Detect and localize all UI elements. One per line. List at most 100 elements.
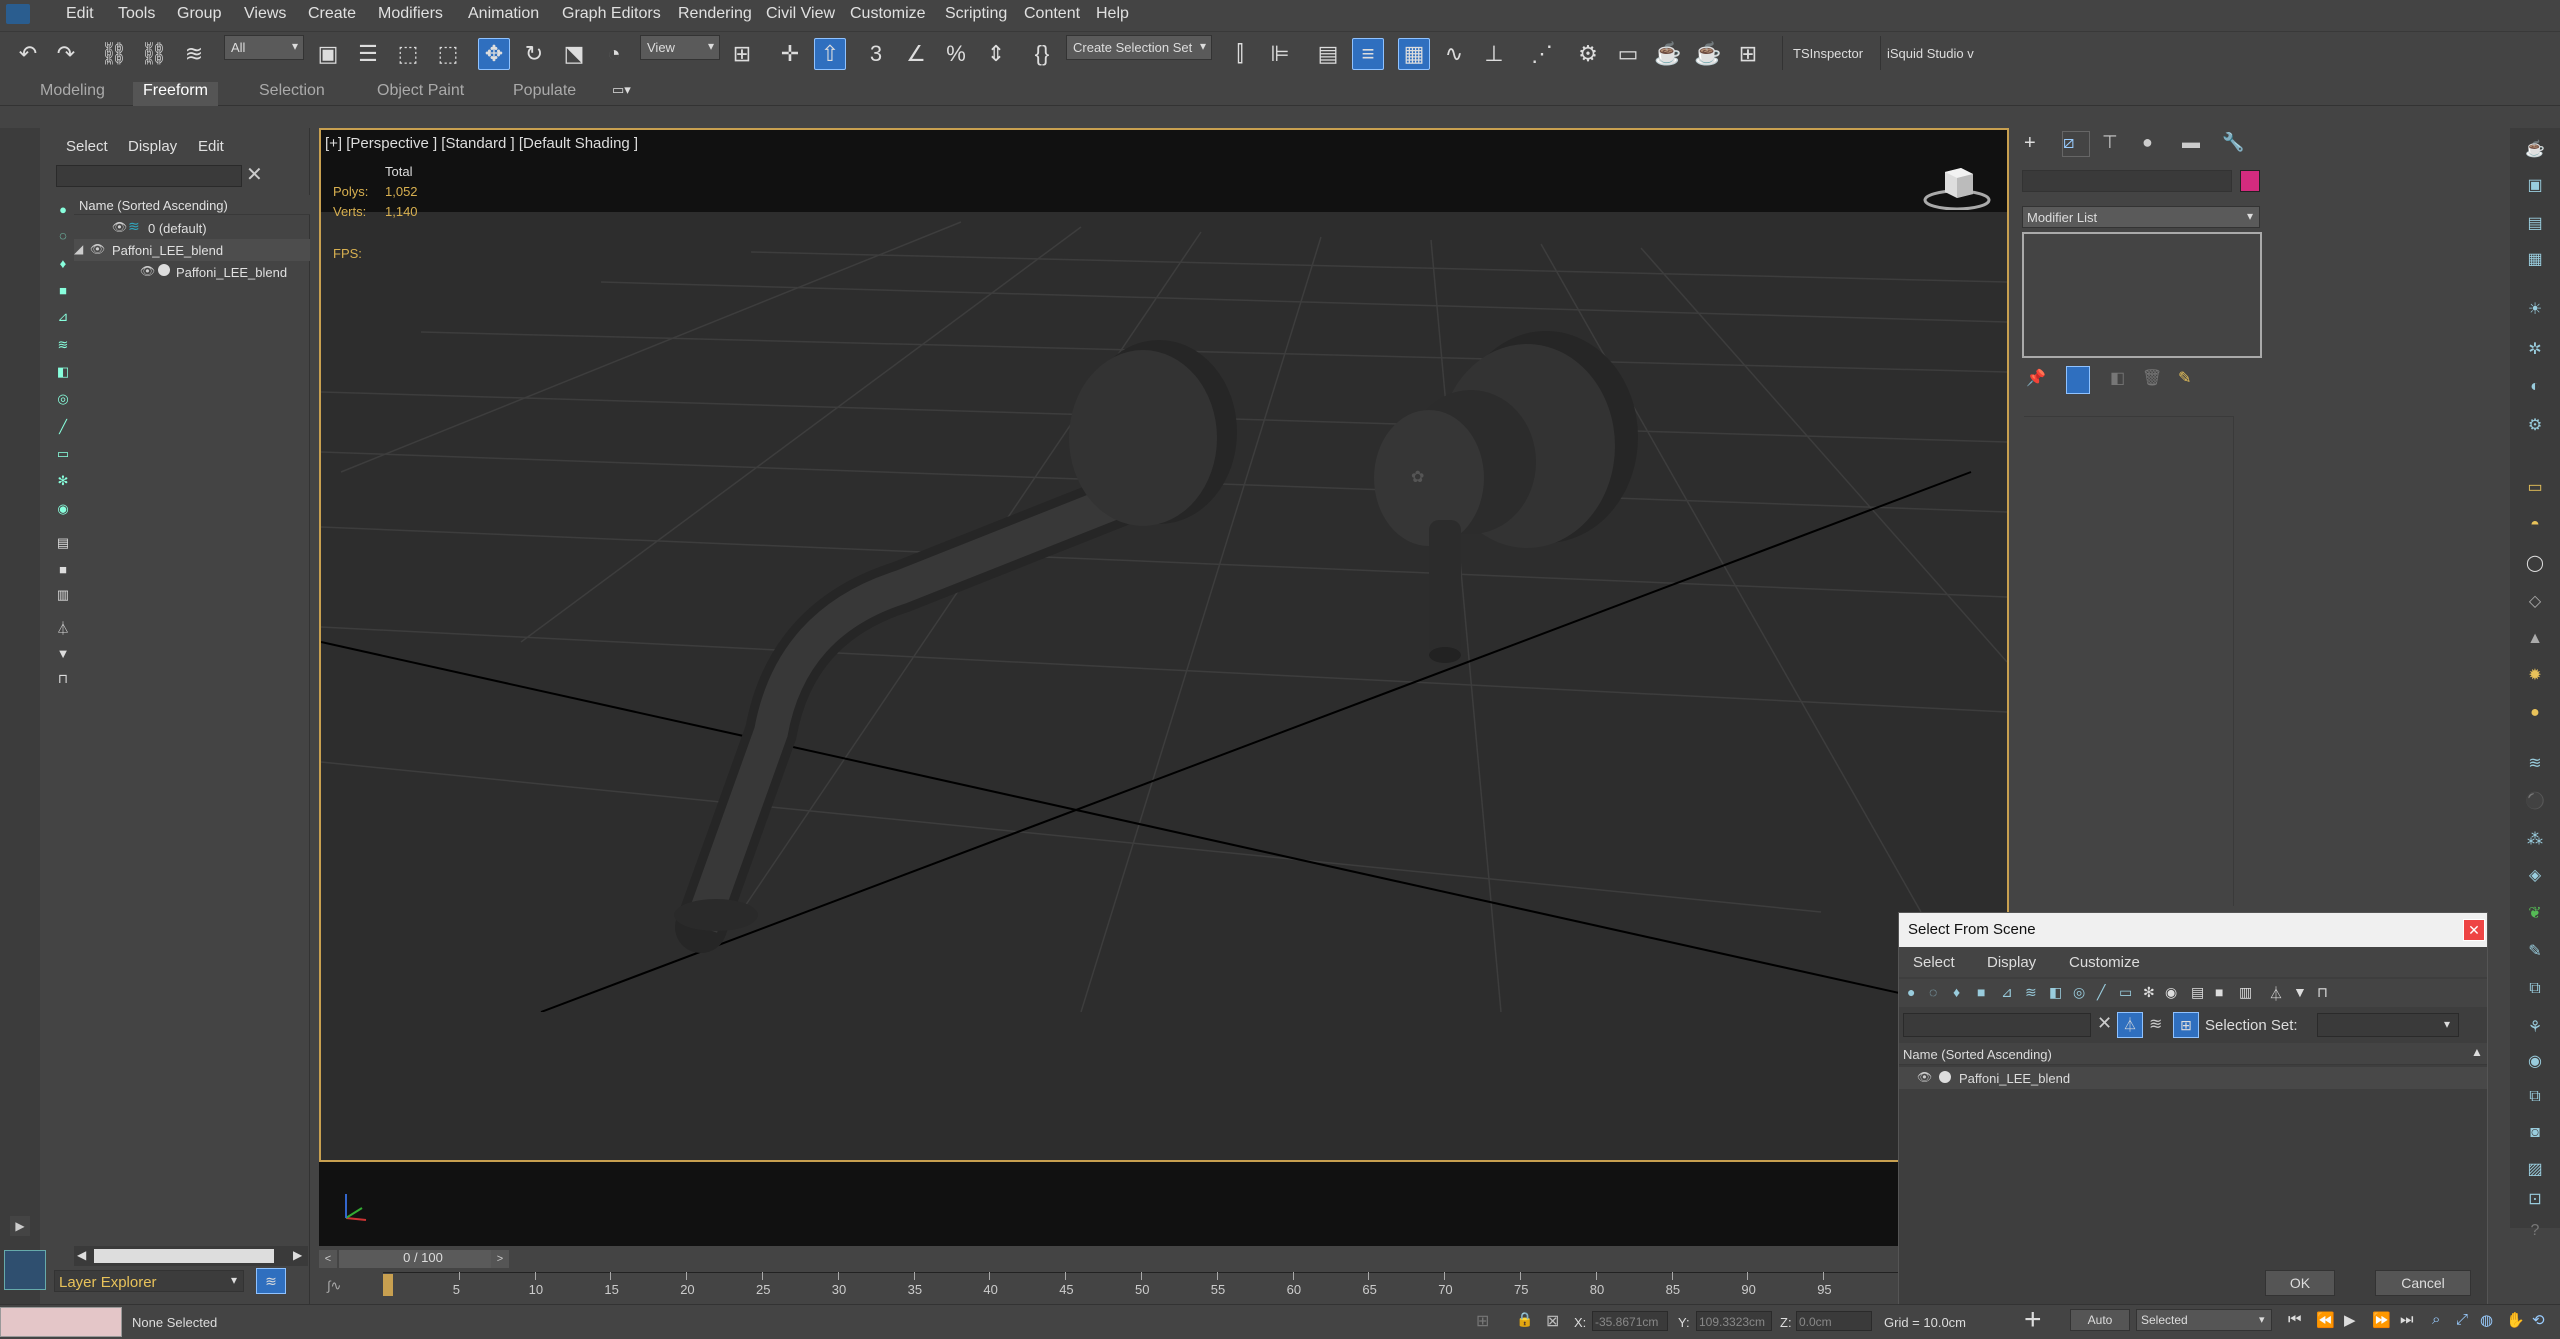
bones-filter-icon[interactable]: ╱ — [53, 418, 73, 436]
expand-panel-icon[interactable]: ▶ — [10, 1216, 30, 1236]
menu-views[interactable]: Views — [244, 5, 286, 23]
rect-selection-icon[interactable]: ⬚ — [392, 38, 424, 70]
groups-filter-icon[interactable]: ◧ — [2049, 984, 2062, 1001]
add-time-tag-icon[interactable]: + — [2024, 1303, 2042, 1337]
hidden-filter-icon[interactable]: ◉ — [53, 500, 73, 518]
named-selection-set-dropdown[interactable]: Create Selection Set — [1066, 35, 1212, 60]
visibility-eye-icon[interactable]: 👁 — [90, 242, 105, 256]
dome-icon[interactable]: ◐ — [2524, 376, 2546, 398]
filter-funnel-icon[interactable]: ▼ — [2293, 984, 2307, 1000]
viewcube[interactable] — [1921, 164, 1993, 211]
table-row[interactable]: 👁 Paffoni_LEE_blend — [1899, 1067, 2487, 1089]
reference-coordinate-dropdown[interactable]: View — [640, 35, 720, 60]
create-tab-icon[interactable]: + — [2024, 132, 2036, 155]
menu-animation[interactable]: Animation — [468, 5, 539, 23]
align-icon[interactable]: ⊫ — [1264, 38, 1296, 70]
fur-icon[interactable]: ≋ — [2524, 752, 2546, 774]
previous-key-icon[interactable]: ⏪ — [2316, 1311, 2335, 1329]
menu-help[interactable]: Help — [1096, 5, 1129, 23]
list-item[interactable]: ◢ 👁 Paffoni_LEE_blend — [74, 239, 310, 261]
clear-search-icon[interactable]: ✕ — [2097, 1013, 2112, 1034]
menu-edit[interactable]: Edit — [66, 5, 94, 23]
dialog-menu-display[interactable]: Display — [1987, 954, 2036, 971]
hidden-filter-icon[interactable]: ◉ — [2165, 984, 2177, 1001]
cancel-button[interactable]: Cancel — [2375, 1270, 2471, 1296]
configure-modifier-sets-icon[interactable]: ✎ — [2178, 368, 2191, 388]
object-color-swatch[interactable] — [2240, 170, 2260, 192]
plane-icon[interactable]: ◈ — [2524, 864, 2546, 886]
zoom-all-icon[interactable]: ⤢ — [2456, 1311, 2468, 1328]
motion-tab-icon[interactable]: ● — [2142, 132, 2153, 153]
move-icon[interactable]: ✥ — [478, 38, 510, 70]
menu-rendering[interactable]: Rendering — [678, 5, 752, 23]
cameras-filter-icon[interactable]: ■ — [1977, 984, 1985, 1000]
x-coordinate-field[interactable]: -35.8671cm — [1592, 1311, 1668, 1331]
material-icon[interactable]: ▣ — [2524, 174, 2546, 196]
display-tab-icon[interactable]: ▬ — [2182, 132, 2200, 153]
key-filter-dropdown[interactable]: Selected ▾ — [2136, 1309, 2272, 1331]
utilities-tab-icon[interactable]: 🔧 — [2222, 132, 2244, 153]
tab-modeling[interactable]: Modeling — [40, 82, 105, 100]
scroll-right-icon[interactable]: ▶ — [293, 1248, 302, 1262]
menu-graph-editors[interactable]: Graph Editors — [562, 5, 661, 23]
xrefs-filter-icon[interactable]: ◎ — [53, 390, 73, 408]
clear-search-icon[interactable]: ✕ — [246, 162, 263, 187]
lights-filter-icon[interactable]: ♦ — [1953, 984, 1960, 1000]
pin-stack-icon[interactable]: 📌 — [2026, 368, 2046, 388]
layer-explorer-icon[interactable]: ≡ — [1352, 38, 1384, 70]
tab-freeform[interactable]: Freeform — [133, 82, 218, 106]
select-manipulate-icon[interactable]: ✛ — [774, 38, 806, 70]
modify-tab-icon[interactable]: ⧄ — [2062, 131, 2090, 157]
remove-modifier-icon[interactable]: 🗑 — [2142, 368, 2162, 388]
menu-civil-view[interactable]: Civil View — [766, 5, 835, 23]
helpers-filter-icon[interactable]: ⊿ — [2001, 984, 2013, 1001]
snaps-toggle-icon[interactable]: 3 — [860, 38, 892, 70]
filter-icon[interactable]: ⏃ — [53, 618, 73, 636]
undo-icon[interactable]: ↶ — [12, 38, 44, 70]
horizontal-scrollbar[interactable]: ◀ ▶ — [74, 1246, 308, 1266]
next-frame-icon[interactable]: > — [491, 1250, 509, 1268]
link-icon[interactable]: ⛓ — [98, 38, 130, 70]
tsinspector-button[interactable]: TSInspector — [1793, 46, 1863, 61]
prev-frame-icon[interactable]: < — [319, 1250, 337, 1268]
ribbon-options-icon[interactable]: ▭▾ — [612, 82, 631, 98]
edit-named-selections-icon[interactable]: {} — [1026, 38, 1058, 70]
invert-icon[interactable]: ▥ — [2239, 984, 2252, 1001]
sphere-icon[interactable]: ◉ — [2524, 1050, 2546, 1072]
layers-icon[interactable]: ▤ — [2524, 212, 2546, 234]
visibility-eye-icon[interactable]: 👁 — [1917, 1070, 1932, 1084]
select-object-icon[interactable]: ▣ — [312, 38, 344, 70]
pan-icon[interactable]: ✋ — [2506, 1311, 2525, 1329]
frozen-filter-icon[interactable]: ✻ — [53, 472, 73, 490]
spacewarps-filter-icon[interactable]: ≋ — [53, 336, 73, 354]
scene-menu-edit[interactable]: Edit — [198, 138, 224, 155]
ribbon-toggle-icon[interactable]: ▦ — [1398, 38, 1430, 70]
groups-filter-icon[interactable]: ◧ — [53, 363, 73, 381]
selection-filter-dropdown[interactable]: All — [224, 35, 304, 60]
helpers-filter-icon[interactable]: ⊿ — [53, 308, 73, 326]
field-of-view-icon[interactable]: ◍ — [2480, 1311, 2493, 1329]
absolute-mode-icon[interactable]: ⊠ — [1546, 1311, 1559, 1331]
bind-spacewarp-icon[interactable]: ≋ — [178, 38, 210, 70]
copy-icon[interactable]: ⧉ — [2524, 1086, 2546, 1108]
dome-light-icon[interactable]: ◓ — [2524, 514, 2546, 536]
list-item[interactable]: 👁 Paffoni_LEE_blend — [74, 261, 310, 283]
keyboard-shortcut-icon[interactable]: ⇧ — [814, 38, 846, 70]
curve-editor-icon[interactable]: ∿ — [1438, 38, 1470, 70]
play-icon[interactable]: ▶ — [2344, 1311, 2356, 1329]
zoom-icon[interactable]: ⌕ — [2432, 1311, 2440, 1328]
layer-icon[interactable]: ⊓ — [2317, 984, 2328, 1001]
brush-icon[interactable]: ✎ — [2524, 940, 2546, 962]
gpu-icon[interactable]: ⚙ — [2524, 414, 2546, 436]
app-logo[interactable] — [6, 4, 30, 24]
rendered-frame-window-icon[interactable]: ▭ — [1612, 38, 1644, 70]
make-unique-icon[interactable]: ◧ — [2110, 368, 2125, 388]
scene-search-input[interactable] — [56, 165, 242, 187]
go-to-end-icon[interactable]: ⏭ — [2400, 1311, 2414, 1328]
lights-filter-icon[interactable]: ♦ — [53, 254, 73, 272]
filter-icon[interactable]: ⏃ — [2269, 984, 2283, 1004]
viewport-label-menu[interactable]: [+] [Perspective ] [Standard ] [Default … — [325, 135, 638, 152]
render-frame-icon[interactable]: ▦ — [2524, 248, 2546, 270]
scrollbar-thumb[interactable] — [94, 1249, 274, 1263]
menu-content[interactable]: Content — [1024, 5, 1080, 23]
